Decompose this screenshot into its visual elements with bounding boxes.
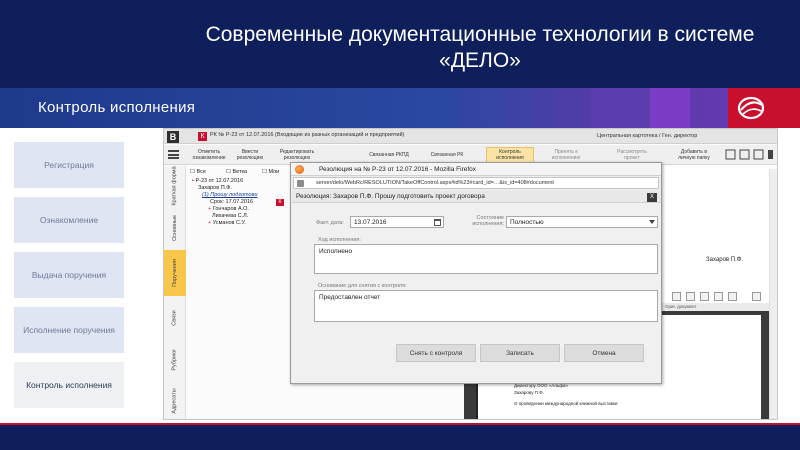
pdf-tool-icon[interactable]: [752, 292, 761, 301]
tree-filter-branch[interactable]: ☐ Ветка: [226, 169, 247, 175]
pdf-tool-icon[interactable]: [700, 292, 709, 301]
pdf-text-line: Захарову П.Ф.: [514, 390, 544, 395]
tree-node-doc[interactable]: ▪ Р-23 от 12.07.2016: [192, 178, 243, 184]
band-stripe: [590, 88, 650, 128]
app-logo-icon: B: [167, 131, 179, 143]
tree-node-executor[interactable]: Лихачева С.Л.: [212, 213, 248, 219]
card-title: РК № Р-23 от 12.07.2016 (Входящие из раз…: [210, 132, 405, 138]
toolbar-linked-rk-button[interactable]: Связанная РК: [422, 147, 472, 163]
toolbar-ack-button[interactable]: Отметить ознакомление: [190, 147, 228, 163]
delo-app-window: B К РК № Р-23 от 12.07.2016 (Входящие из…: [163, 128, 778, 420]
pdf-tool-icon[interactable]: [686, 292, 695, 301]
vtab-addressees[interactable]: Адресаты: [164, 382, 186, 419]
toolbar-add-resolution-button[interactable]: Ввести резолюцию: [232, 147, 268, 163]
app-scrollbar[interactable]: [769, 169, 777, 419]
tree-node-deadline: Срок: 17.07.2016: [210, 199, 254, 205]
progress-label: Ход исполнения:: [318, 237, 361, 243]
tree-node-executor[interactable]: + Усманов С.У.: [208, 220, 246, 226]
firefox-title: Резолюция на № Р-23 от 12.07.2016 - Mozi…: [319, 166, 477, 173]
toolbar-add-folder-button[interactable]: Добавить в личную папку: [672, 147, 716, 163]
vtab-main[interactable]: Основные: [164, 208, 186, 248]
save-button[interactable]: Записать: [480, 344, 560, 362]
state-label: Состояние исполнения:: [472, 215, 504, 227]
calendar-icon[interactable]: [434, 219, 441, 226]
card-index-title: Центральная картотека / Ген. директор: [597, 133, 698, 139]
section-title: Контроль исполнения: [38, 99, 196, 116]
toolbar-accept-button[interactable]: Принять к исполнению: [546, 147, 586, 163]
step-acquaintance[interactable]: Ознакомление: [14, 197, 124, 243]
vtab-rubrics[interactable]: Рубрики: [164, 340, 186, 380]
toolbar-edit-resolution-button[interactable]: Редактировать резолюцию: [272, 147, 322, 163]
vtab-links[interactable]: Связи: [164, 298, 186, 338]
band-stripe: [650, 88, 690, 128]
remove-control-button[interactable]: Снять с контроля: [396, 344, 476, 362]
resolution-dialog: Резолюция: Захаров П.Ф. Прошу подготовит…: [292, 191, 661, 383]
chevron-down-icon: [649, 220, 655, 224]
url-text: server/delo/WebRc/RESOLUTION/TakeOffCont…: [316, 180, 554, 186]
tree-node-resolution[interactable]: (1) Прошу подготови: [202, 192, 258, 198]
toolbar-linked-rkpd-button[interactable]: Связанная РКПД: [364, 147, 414, 163]
card-type-icon: К: [198, 132, 207, 141]
tree-node-executor[interactable]: + Гончаров А.О.: [208, 206, 249, 212]
step-registration[interactable]: Регистрация: [14, 142, 124, 188]
close-icon[interactable]: X: [647, 193, 657, 202]
firefox-titlebar: Резолюция на № Р-23 от 12.07.2016 - Mozi…: [291, 163, 661, 176]
cancel-button[interactable]: Отмена: [564, 344, 644, 362]
control-mark-icon: К: [276, 199, 284, 206]
page-info-icon: [297, 180, 304, 187]
vertical-tabs: Краткая форма Основные Поручения Связи Р…: [164, 166, 186, 419]
tree-filter-all[interactable]: ☐ Все: [190, 169, 206, 175]
toolbar-control-button[interactable]: Контроль исполнения: [486, 147, 534, 163]
slide-title: Современные документационные технологии …: [205, 23, 755, 72]
basis-textarea[interactable]: Предоставлен отчет: [314, 290, 658, 322]
logo-swirl-icon: [737, 96, 765, 120]
pdf-tool-icon[interactable]: [728, 292, 737, 301]
fact-date-label: Факт. дата:: [316, 220, 344, 226]
pdf-tab[interactable]: Ориг. документ: [662, 303, 777, 311]
tree-node-author[interactable]: Захаров П.Ф.: [198, 185, 232, 191]
basis-label: Основание для снятия с контроля:: [318, 283, 407, 289]
firefox-window: Резолюция на № Р-23 от 12.07.2016 - Mozi…: [290, 162, 662, 384]
pdf-tool-icon[interactable]: [714, 292, 723, 301]
pdf-text-line: О проведении международной книжной выста…: [514, 401, 618, 406]
toolbar-review-project-button[interactable]: Рассмотреть проект: [612, 147, 652, 163]
pdf-tool-icon[interactable]: [672, 292, 681, 301]
slide-footer: [0, 425, 800, 450]
toolbar-extra-icons[interactable]: [724, 149, 774, 161]
orders-tree: ☐ Все ☐ Ветка ☐ Мои ▪ Р-23 от 12.07.2016…: [188, 166, 300, 419]
app-titlebar: B К РК № Р-23 от 12.07.2016 (Входящие из…: [164, 129, 777, 144]
menu-icon[interactable]: [168, 150, 179, 159]
vtab-orders[interactable]: Поручения: [164, 250, 186, 296]
dialog-titlebar: Резолюция: Захаров П.Ф. Прошу подготовит…: [292, 191, 661, 203]
progress-textarea[interactable]: Исполнено: [314, 244, 658, 274]
pdf-toolbar: [672, 292, 777, 302]
step-execution-control[interactable]: Контроль исполнения: [14, 362, 124, 408]
section-band: Контроль исполнения: [0, 88, 800, 128]
fact-date-field[interactable]: 13.07.2016: [350, 216, 444, 228]
slide-header: Современные документационные технологии …: [0, 0, 800, 88]
step-order-execution[interactable]: Исполнение поручения: [14, 307, 124, 353]
vtab-brief[interactable]: Краткая форма: [164, 166, 186, 206]
url-bar[interactable]: server/delo/WebRc/RESOLUTION/TakeOffCont…: [293, 177, 659, 189]
step-issue-order[interactable]: Выдача поручения: [14, 252, 124, 298]
dialog-title: Резолюция: Захаров П.Ф. Прошу подготовит…: [296, 193, 485, 200]
firefox-icon: [295, 165, 304, 174]
state-select[interactable]: Полностью: [506, 216, 658, 228]
tree-filter-mine[interactable]: ☐ Мои: [262, 169, 279, 175]
document-signer: Захаров П.Ф.: [706, 257, 743, 263]
